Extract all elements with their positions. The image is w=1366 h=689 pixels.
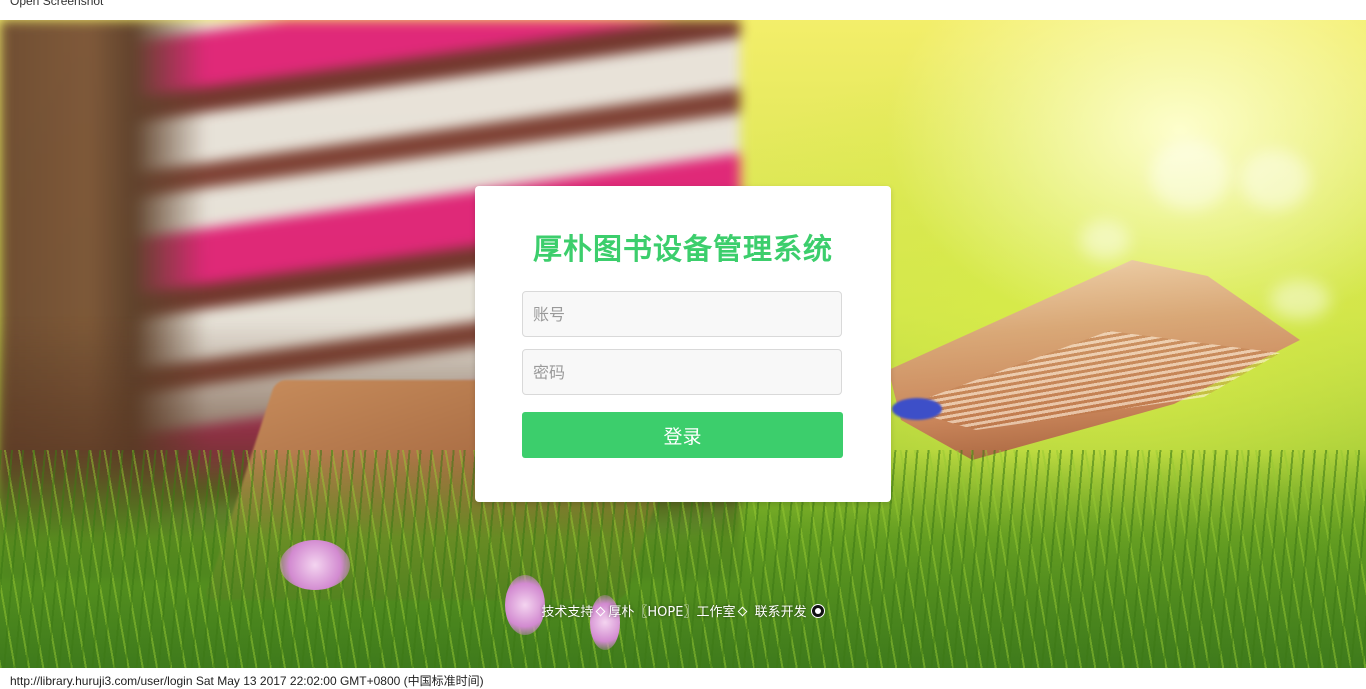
bokeh-light: [1270, 280, 1330, 320]
account-input[interactable]: [522, 291, 842, 337]
bokeh-light: [1150, 140, 1230, 210]
status-bar-text: http://library.huruji3.com/user/login Sa…: [10, 674, 484, 688]
login-button[interactable]: 登录: [522, 412, 843, 458]
footer: 技术支持 厚朴〖HOPE〗工作室 联系开发: [0, 601, 1366, 620]
bokeh-light: [1080, 220, 1130, 260]
window-title: Open Screenshot: [10, 0, 104, 8]
password-input[interactable]: [522, 349, 842, 395]
bokeh-light: [1240, 150, 1310, 210]
diamond-icon: [595, 606, 606, 617]
github-icon[interactable]: [810, 604, 825, 618]
background-book-ribbon: [892, 398, 942, 420]
window-title-bar: Open Screenshot: [0, 0, 1366, 20]
login-card: 厚朴图书设备管理系统 登录: [475, 186, 891, 502]
support-label: 技术支持: [541, 605, 594, 620]
diamond-icon: [738, 606, 748, 617]
studio-link[interactable]: 厚朴〖HOPE〗工作室: [608, 605, 735, 620]
login-title: 厚朴图书设备管理系统: [532, 232, 833, 266]
status-bar: http://library.huruji3.com/user/login Sa…: [0, 668, 1366, 688]
flower: [280, 540, 350, 590]
contact-link[interactable]: 联系开发: [755, 605, 807, 620]
